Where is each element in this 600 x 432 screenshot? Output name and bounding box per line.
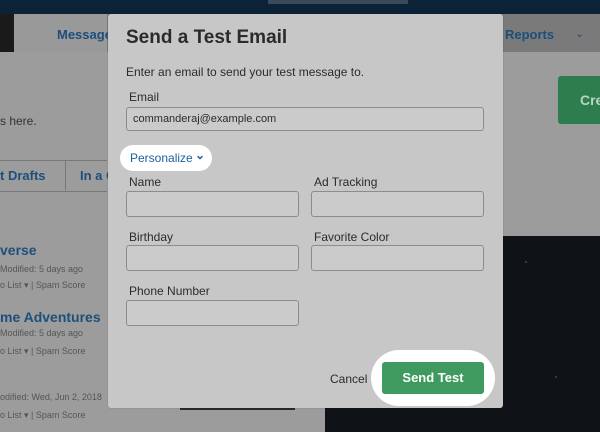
name-label: Name bbox=[129, 175, 162, 189]
personalize-toggle[interactable]: Personalize ⌄ bbox=[120, 145, 212, 171]
favorite-color-label: Favorite Color bbox=[314, 230, 390, 244]
message-title[interactable]: verse bbox=[0, 242, 37, 258]
ad-tracking-label: Ad Tracking bbox=[314, 175, 378, 189]
phone-number-field[interactable] bbox=[126, 300, 299, 326]
send-test-email-dialog: Send a Test Email Enter an email to send… bbox=[108, 14, 503, 408]
name-field[interactable] bbox=[126, 191, 299, 217]
tab-drafts[interactable]: t Drafts bbox=[0, 168, 46, 183]
email-field[interactable] bbox=[126, 107, 484, 131]
chevron-down-icon: ⌄ bbox=[195, 148, 206, 162]
ad-tracking-field[interactable] bbox=[311, 191, 484, 217]
cancel-button[interactable]: Cancel bbox=[330, 372, 367, 386]
personalize-label: Personalize bbox=[130, 151, 193, 165]
message-meta: odified: Wed, Jun 2, 2018 bbox=[0, 392, 102, 402]
background-divider bbox=[180, 408, 295, 410]
nav-left-block bbox=[0, 14, 14, 52]
message-list-row: o List ▾ | Spam Score bbox=[0, 410, 86, 420]
top-bar-pill bbox=[268, 0, 408, 4]
email-label: Email bbox=[129, 90, 160, 104]
message-meta: Modified: 5 days ago bbox=[0, 264, 84, 274]
message-title[interactable]: me Adventures bbox=[0, 309, 101, 325]
message-list-row: o List ▾ | Spam Score bbox=[0, 280, 86, 290]
birthday-label: Birthday bbox=[129, 230, 174, 244]
preview-speck bbox=[555, 376, 557, 378]
create-button-label: Cre bbox=[580, 92, 600, 108]
dialog-subtitle: Enter an email to send your test message… bbox=[126, 65, 365, 79]
nav-reports[interactable]: Reports bbox=[505, 27, 554, 42]
create-button[interactable]: Cre bbox=[558, 76, 600, 124]
favorite-color-field[interactable] bbox=[311, 245, 484, 271]
background-intro-text: s here. bbox=[0, 114, 37, 128]
message-meta: Modified: 5 days ago bbox=[0, 328, 84, 338]
dialog-title: Send a Test Email bbox=[126, 27, 288, 48]
birthday-field[interactable] bbox=[126, 245, 299, 271]
nav-chevron-down-icon[interactable]: ⌄ bbox=[575, 27, 584, 40]
top-bar bbox=[0, 0, 600, 14]
send-test-button[interactable]: Send Test bbox=[382, 362, 484, 394]
tab-divider bbox=[65, 160, 66, 190]
preview-speck bbox=[525, 261, 527, 263]
message-list-row: o List ▾ | Spam Score bbox=[0, 346, 86, 356]
phone-number-label: Phone Number bbox=[129, 284, 210, 298]
